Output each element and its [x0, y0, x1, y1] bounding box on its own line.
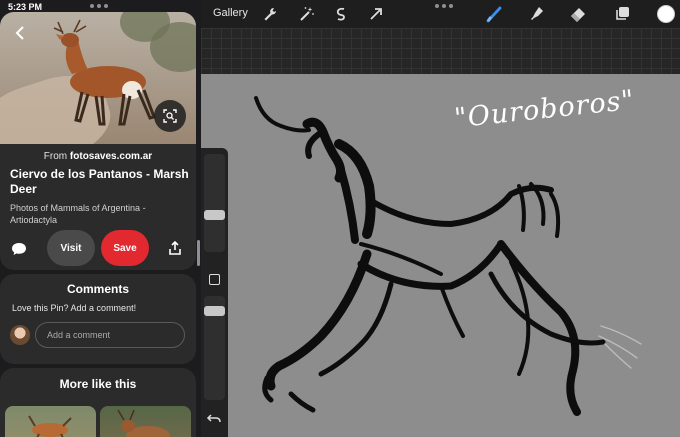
- avatar: [10, 325, 30, 345]
- comments-section: Comments Love this Pin? Add a comment! A…: [0, 274, 196, 364]
- horse-sketch: [254, 96, 642, 416]
- smudge-icon: [531, 7, 543, 20]
- opacity-slider-knob[interactable]: [204, 306, 225, 316]
- pin-source: From fotosaves.com.ar: [0, 151, 196, 162]
- eraser-icon: [571, 8, 585, 22]
- pin-subtitle: Photos of Mammals of Argentina - Artioda…: [10, 203, 146, 225]
- undo-icon: [206, 414, 221, 423]
- procreate-toolbar: Gallery: [201, 0, 680, 28]
- wrench-icon: [264, 8, 277, 21]
- more-like-this-title: More like this: [59, 377, 137, 391]
- undo-button[interactable]: [206, 411, 222, 427]
- pin-source-link[interactable]: fotosaves.com.ar: [70, 151, 152, 162]
- pin-card: From fotosaves.com.ar Ciervo de los Pant…: [0, 12, 196, 270]
- comment-input[interactable]: Add a comment: [35, 322, 185, 348]
- visual-search-button[interactable]: [154, 100, 186, 132]
- gallery-button[interactable]: Gallery: [213, 7, 248, 19]
- back-button[interactable]: [10, 22, 32, 44]
- transform-button[interactable]: [367, 5, 385, 23]
- pin-source-prefix: From: [43, 151, 68, 162]
- brush-tool-button[interactable]: [485, 5, 503, 23]
- related-pin-thumbnail[interactable]: [5, 406, 96, 437]
- deer-thumbnail-image: [28, 415, 72, 437]
- deer-thumbnail-image: [117, 409, 170, 437]
- left-multitask-dots[interactable]: [88, 4, 109, 8]
- layers-button[interactable]: [613, 5, 631, 23]
- color-picker-button[interactable]: [657, 5, 675, 23]
- modify-button[interactable]: [209, 274, 220, 285]
- drawing-canvas[interactable]: "Ouroboros": [201, 74, 680, 437]
- actions-button[interactable]: [261, 5, 279, 23]
- brush-size-slider[interactable]: [204, 154, 225, 252]
- brush-icon: [486, 6, 502, 23]
- procreate-panel: Gallery "Ouroboros": [201, 0, 680, 437]
- eraser-tool-button[interactable]: [569, 5, 587, 23]
- save-button[interactable]: Save: [101, 230, 149, 266]
- comments-title: Comments: [66, 282, 129, 296]
- canvas-background-grid: [201, 28, 680, 74]
- status-time: 5:23 PM: [8, 2, 43, 12]
- visit-button[interactable]: Visit: [47, 230, 95, 266]
- chevron-left-icon: [15, 26, 24, 40]
- share-button[interactable]: [167, 240, 183, 256]
- more-like-this-section: More like this: [0, 368, 196, 437]
- comments-prompt: Love this Pin? Add a comment!: [12, 303, 137, 313]
- related-pin-thumbnail[interactable]: [100, 406, 191, 437]
- selection-icon: [336, 7, 345, 21]
- brush-size-slider-knob[interactable]: [204, 210, 225, 220]
- magic-wand-icon: [300, 7, 314, 21]
- side-toolbar: [201, 148, 228, 437]
- pin-title: Ciervo de los Pantanos - Marsh Deer: [10, 167, 189, 196]
- adjustments-button[interactable]: [297, 5, 315, 23]
- screen: 5:23 PM From fotosaves.com.ar Ciervo de …: [0, 0, 680, 437]
- split-view-divider[interactable]: [197, 240, 200, 266]
- lens-search-icon: [163, 109, 177, 123]
- comment-button[interactable]: [10, 240, 28, 258]
- smudge-tool-button[interactable]: [528, 5, 546, 23]
- share-icon: [169, 240, 181, 255]
- transform-arrow-icon: [370, 8, 382, 20]
- pin-action-row: Visit Save: [0, 230, 196, 266]
- pinterest-panel: From fotosaves.com.ar Ciervo de los Pant…: [0, 12, 196, 437]
- layers-icon: [616, 7, 629, 20]
- selection-button[interactable]: [332, 5, 350, 23]
- right-multitask-dots[interactable]: [433, 4, 454, 8]
- speech-bubble-icon: [12, 243, 26, 255]
